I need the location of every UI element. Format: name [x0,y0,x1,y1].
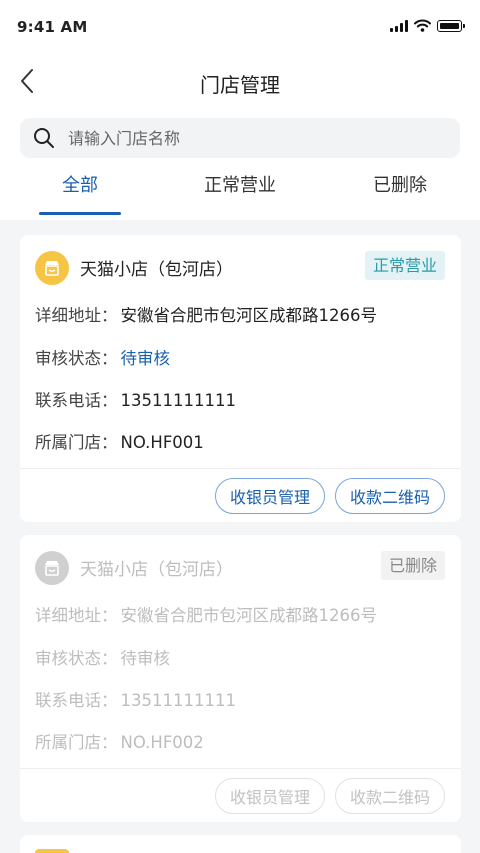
store-name: 天猫小店（包河店） [80,260,233,280]
review-status-label: 审核状态： [35,349,118,368]
address-value: 安徽省合肥市包河区成都路1266号 [120,306,378,325]
store-no-value: NO.HF002 [120,733,204,752]
tab-normal-business[interactable]: 正常营业 [190,171,290,197]
page-title: 门店管理 [200,73,280,97]
status-time: 9:41 AM [17,18,88,36]
cellular-signal-icon [390,19,408,32]
address-value: 安徽省合肥市包河区成都路1266号 [120,606,378,625]
tab-bar: 全部 正常营业 已删除 [0,158,480,220]
card-divider [20,468,461,469]
cashier-management-button[interactable]: 收银员管理 [215,478,325,514]
search-icon [32,126,56,150]
store-card[interactable] [20,835,461,853]
phone-value: 13511111111 [120,691,236,710]
payment-qr-code-button[interactable]: 收款二维码 [335,478,445,514]
store-card-header: 天猫小店（包河店） 正常营业 [20,235,461,297]
payment-qr-code-button[interactable]: 收款二维码 [335,778,445,814]
system-indicators [390,19,465,32]
review-status-value: 待审核 [120,649,171,668]
cashier-management-button[interactable]: 收银员管理 [215,778,325,814]
store-icon [35,551,69,585]
search-bar[interactable] [20,118,460,158]
status-bar: 9:41 AM [0,0,480,52]
wifi-icon [414,19,431,32]
battery-icon [437,19,465,32]
status-badge: 已删除 [380,551,445,580]
store-icon [35,251,69,285]
store-no-label: 所属门店： [35,733,118,752]
status-badge: 正常营业 [364,251,445,280]
store-card-header: 天猫小店（包河店） 已删除 [20,535,461,597]
card-divider [20,768,461,769]
search-input[interactable] [66,127,430,149]
tab-deleted[interactable]: 已删除 [360,171,440,197]
phone-label: 联系电话： [35,691,118,710]
store-card[interactable]: 天猫小店（包河店） 已删除 详细地址： 安徽省合肥市包河区成都路1266号 审核状… [20,535,461,822]
phone-row: 联系电话： 13511111111 [35,687,236,711]
tab-all[interactable]: 全部 [39,171,121,197]
active-tab-indicator [39,212,121,215]
store-no-row: 所属门店： NO.HF001 [35,429,204,453]
store-no-value: NO.HF001 [120,433,204,452]
phone-value: 13511111111 [120,391,236,410]
review-status-row: 审核状态： 待审核 [35,345,170,369]
store-no-row: 所属门店： NO.HF002 [35,729,204,753]
store-card[interactable]: 天猫小店（包河店） 正常营业 详细地址： 安徽省合肥市包河区成都路1266号 审核… [20,235,461,522]
address-row: 详细地址： 安徽省合肥市包河区成都路1266号 [35,302,377,326]
phone-row: 联系电话： 13511111111 [35,387,236,411]
store-name: 天猫小店（包河店） [80,560,233,580]
store-icon [35,849,69,853]
navigation-bar: 门店管理 [0,52,480,112]
address-label: 详细地址： [35,306,118,325]
address-label: 详细地址： [35,606,118,625]
review-status-row: 审核状态： 待审核 [35,645,170,669]
header-area: 9:41 AM 门店管理 请输入门店名称 全部 正常营业 已删除 [0,0,480,220]
phone-label: 联系电话： [35,391,118,410]
review-status-value: 待审核 [120,349,171,368]
store-no-label: 所属门店： [35,433,118,452]
review-status-label: 审核状态： [35,649,118,668]
address-row: 详细地址： 安徽省合肥市包河区成都路1266号 [35,602,377,626]
